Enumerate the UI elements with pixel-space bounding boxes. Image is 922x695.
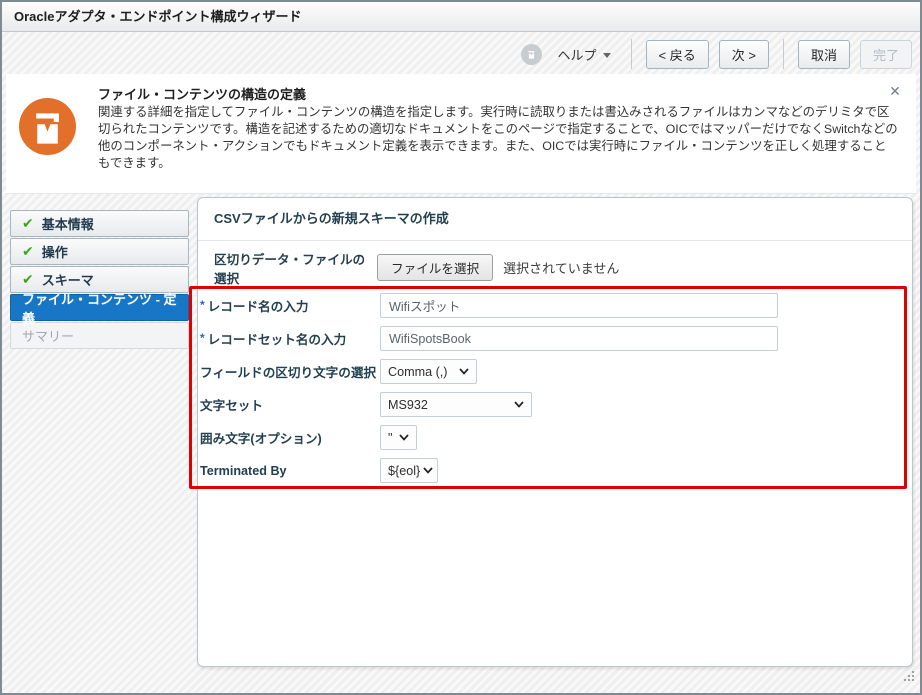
selected-value: Comma (,)	[388, 365, 447, 379]
chevron-down-icon	[399, 434, 409, 441]
terminated-by-select[interactable]: ${eol}	[380, 458, 438, 483]
required-asterisk: *	[200, 331, 205, 345]
toolbar-separator	[631, 39, 632, 69]
adapter-glyph-icon	[525, 48, 538, 61]
wizard-steps-nav: ✔ 基本情報 ✔ 操作 ✔ スキーマ ファイル・コンテンツ - 定義 サマリー	[10, 210, 189, 350]
toolbar-separator	[783, 39, 784, 69]
step-label: サマリー	[22, 326, 74, 345]
step-item-basic-info[interactable]: ✔ 基本情報	[10, 210, 189, 237]
file-select-row: 区切りデータ・ファイルの選択 ファイルを選択 選択されていません	[214, 254, 619, 281]
step-item-operation[interactable]: ✔ 操作	[10, 238, 189, 265]
form-row-enclosure-char: 囲み文字(オプション) "	[200, 425, 417, 450]
close-icon[interactable]: ✕	[886, 82, 904, 100]
recordset-name-input[interactable]	[380, 326, 778, 351]
adapter-badge-icon	[521, 44, 542, 65]
toolbar: ヘルプ < 戻る 次 > 取消 完了	[521, 38, 912, 70]
chevron-down-icon	[514, 401, 524, 408]
help-label: ヘルプ	[558, 45, 597, 64]
chevron-down-icon	[459, 368, 469, 375]
resize-grip-icon[interactable]	[903, 670, 915, 688]
choose-file-button[interactable]: ファイルを選択	[377, 254, 493, 281]
help-menu[interactable]: ヘルプ	[552, 45, 617, 64]
check-icon: ✔	[22, 271, 34, 288]
step-label: 基本情報	[42, 214, 94, 233]
field-label: 文字セット	[200, 395, 380, 414]
field-label: フィールドの区切り文字の選択	[200, 362, 380, 381]
file-adapter-icon	[19, 98, 76, 160]
form-row-recordset-name: *レコードセット名の入力	[200, 326, 778, 351]
enclosure-char-select[interactable]: "	[380, 425, 417, 450]
step-item-file-contents-definition[interactable]: ファイル・コンテンツ - 定義	[10, 294, 189, 321]
done-button: 完了	[860, 40, 912, 69]
field-delimiter-select[interactable]: Comma (,)	[380, 359, 477, 384]
check-icon: ✔	[22, 215, 34, 232]
field-label: 囲み文字(オプション)	[200, 428, 380, 447]
file-select-label: 区切りデータ・ファイルの選択	[214, 249, 377, 287]
wizard-window: Oracleアダプタ・エンドポイント構成ウィザード ヘルプ < 戻る 次 > 取…	[0, 0, 922, 695]
field-label: *レコード名の入力	[200, 296, 380, 315]
charset-select[interactable]: MS932	[380, 392, 532, 417]
step-label: 操作	[42, 242, 68, 261]
window-title: Oracleアダプタ・エンドポイント構成ウィザード	[2, 2, 920, 32]
step-label: ファイル・コンテンツ - 定義	[22, 289, 188, 327]
field-label: *レコードセット名の入力	[200, 329, 380, 348]
file-select-status: 選択されていません	[503, 258, 619, 277]
record-name-input[interactable]	[380, 293, 778, 318]
form-row-terminated-by: Terminated By ${eol}	[200, 458, 438, 483]
divider	[198, 240, 912, 241]
step-header-panel: ファイル・コンテンツの構造の定義 関連する詳細を指定してファイル・コンテンツの構…	[6, 74, 916, 194]
help-dropdown-arrow-icon	[603, 53, 611, 58]
step-title: ファイル・コンテンツの構造の定義	[98, 84, 306, 103]
form-row-field-delimiter: フィールドの区切り文字の選択 Comma (,)	[200, 359, 477, 384]
selected-value: ${eol}	[388, 464, 420, 478]
next-button[interactable]: 次 >	[719, 40, 769, 69]
form-row-record-name: *レコード名の入力	[200, 293, 778, 318]
selected-value: MS932	[388, 398, 428, 412]
check-icon: ✔	[22, 243, 34, 260]
cancel-button[interactable]: 取消	[798, 40, 850, 69]
step-label: スキーマ	[42, 270, 94, 289]
required-asterisk: *	[200, 298, 205, 312]
form-row-charset: 文字セット MS932	[200, 392, 532, 417]
back-button[interactable]: < 戻る	[646, 40, 709, 69]
chevron-down-icon	[423, 467, 433, 474]
step-description: 関連する詳細を指定してファイル・コンテンツの構造を指定します。実行時に読取りまた…	[98, 104, 898, 172]
content-heading: CSVファイルからの新規スキーマの作成	[214, 208, 449, 227]
field-label: Terminated By	[200, 464, 380, 478]
selected-value: "	[388, 431, 392, 445]
